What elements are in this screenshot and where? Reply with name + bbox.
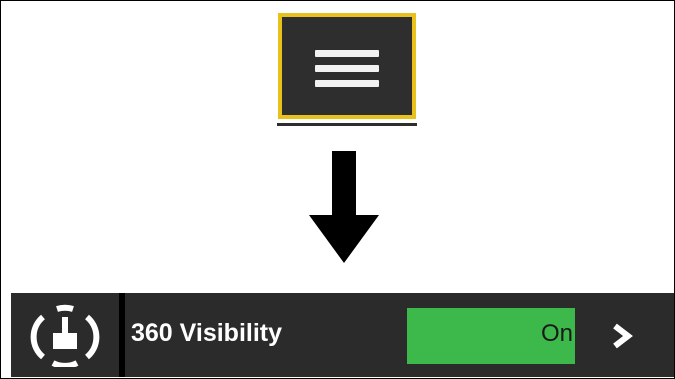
360-visibility-icon bbox=[30, 304, 100, 367]
instruction-panel: 360 Visibility On bbox=[0, 0, 675, 379]
setting-label: 360 Visibility bbox=[131, 319, 283, 347]
setting-row-360-visibility[interactable]: 360 Visibility On bbox=[11, 293, 674, 377]
menu-button-underline bbox=[277, 123, 417, 126]
chevron-right-icon[interactable] bbox=[611, 323, 633, 349]
menu-button[interactable] bbox=[278, 13, 416, 119]
arrow-down-icon bbox=[309, 151, 379, 263]
toggle-value: On bbox=[540, 320, 573, 347]
visibility-toggle[interactable]: On bbox=[407, 308, 575, 364]
hamburger-icon bbox=[315, 50, 379, 87]
setting-icon-box bbox=[11, 293, 125, 377]
